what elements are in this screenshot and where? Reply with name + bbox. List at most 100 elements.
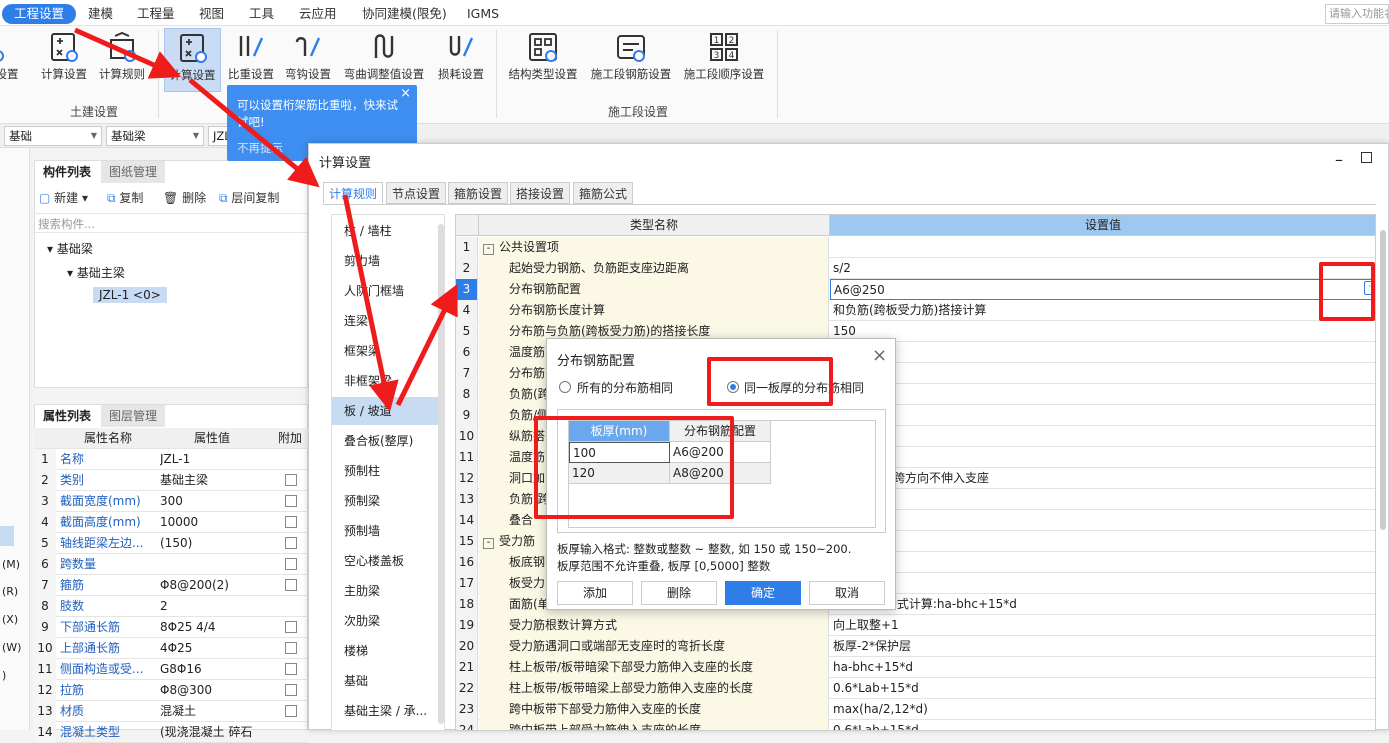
- collapse-icon[interactable]: -: [483, 538, 494, 549]
- setting-value[interactable]: 0.6*Lab+15*d: [830, 678, 1375, 699]
- delete-button[interactable]: 删除: [641, 581, 717, 605]
- structure-type-settings-button[interactable]: 结构类型设置: [505, 28, 581, 92]
- tab-layer-management[interactable]: 图层管理: [101, 405, 166, 427]
- add-button[interactable]: 添加: [557, 581, 633, 605]
- copy-button[interactable]: ⧉ 复制: [107, 189, 143, 206]
- category-scrollbar[interactable]: [438, 224, 444, 724]
- settings-row[interactable]: 20 受力筋遇洞口或端部无支座时的弯折长度 板厚-2*保护层: [456, 636, 1375, 657]
- property-row[interactable]: 4 截面高度(mm) 10000: [34, 512, 308, 533]
- property-value[interactable]: 10000: [160, 512, 270, 533]
- property-value[interactable]: 8Φ25 4/4: [160, 617, 270, 638]
- property-value[interactable]: (现浇混凝土 碎石: [160, 722, 270, 743]
- setting-value[interactable]: [830, 237, 1375, 258]
- hook-settings-button[interactable]: 弯钩设置: [282, 28, 334, 92]
- setting-value[interactable]: 向上取整+1: [830, 615, 1375, 636]
- tree-node-foundation-beam[interactable]: ▾ 基础梁: [47, 240, 93, 257]
- setting-value[interactable]: *d): [830, 552, 1375, 573]
- rebar-calc-settings-button[interactable]: 计算设置: [164, 28, 221, 92]
- category-item[interactable]: 基础主梁 / 承...: [332, 697, 438, 725]
- settings-row[interactable]: 21 柱上板带/板带暗梁下部受力筋伸入支座的长度 ha-bhc+15*d: [456, 657, 1375, 678]
- setting-value[interactable]: [830, 342, 1375, 363]
- civil-calc-settings-button[interactable]: 计算设置: [38, 28, 90, 92]
- attach-checkbox[interactable]: [285, 474, 297, 486]
- attach-checkbox[interactable]: [285, 642, 297, 654]
- category-item[interactable]: 主肋梁: [332, 577, 438, 605]
- tab-calc-rules[interactable]: 计算规则: [323, 182, 384, 204]
- floor-type-select[interactable]: 基础 ▼: [4, 126, 102, 146]
- attach-checkbox[interactable]: [285, 537, 297, 549]
- menu-view[interactable]: 视图: [199, 4, 224, 24]
- setting-value[interactable]: 0.6*Lab+15*d: [830, 720, 1375, 730]
- tab-stirrup-formula[interactable]: 箍筋公式: [573, 182, 634, 204]
- setting-value[interactable]: [830, 363, 1375, 384]
- attach-checkbox[interactable]: [285, 684, 297, 696]
- attach-checkbox[interactable]: [285, 495, 297, 507]
- settings-row[interactable]: 1 - 公共设置项: [456, 237, 1375, 258]
- menu-quantity[interactable]: 工程量: [137, 4, 175, 24]
- setting-value[interactable]: [830, 447, 1375, 468]
- bend-adjust-settings-button[interactable]: 弯曲调整值设置: [341, 28, 427, 92]
- loss-settings-button[interactable]: 损耗设置: [435, 28, 487, 92]
- category-item[interactable]: 剪力墙: [332, 247, 438, 275]
- weight-settings-button[interactable]: 比重设置: [225, 28, 277, 92]
- setting-value[interactable]: s/2: [830, 258, 1375, 279]
- minimize-icon[interactable]: –: [1335, 150, 1343, 169]
- property-row[interactable]: 2 类别 基础主梁: [34, 470, 308, 491]
- maximize-icon[interactable]: [1361, 152, 1372, 163]
- setting-value[interactable]: [830, 573, 1375, 594]
- setting-value[interactable]: [830, 426, 1375, 447]
- settings-row[interactable]: 23 跨中板带下部受力筋伸入支座的长度 max(ha/2,12*d): [456, 699, 1375, 720]
- property-row[interactable]: 6 跨数量: [34, 554, 308, 575]
- menu-igms[interactable]: IGMS: [467, 4, 499, 24]
- category-item[interactable]: 预制墙: [332, 517, 438, 545]
- property-row[interactable]: 9 下部通长筋 8Φ25 4/4: [34, 617, 308, 638]
- property-value[interactable]: JZL-1: [160, 449, 270, 470]
- setting-value[interactable]: 板厚-2*保护层: [830, 636, 1375, 657]
- floor-copy-button[interactable]: ⧉ 层间复制: [219, 189, 279, 206]
- tree-node-jzl-1[interactable]: JZL-1 <0>: [93, 287, 167, 303]
- delete-button[interactable]: 🗑 删除: [163, 189, 206, 206]
- attach-checkbox[interactable]: [285, 663, 297, 675]
- close-icon[interactable]: ×: [400, 85, 411, 102]
- ribbon-partial-button[interactable]: 设置: [0, 28, 22, 92]
- menu-tools[interactable]: 工具: [249, 4, 274, 24]
- calc-rules-button[interactable]: 计算规则: [96, 28, 148, 92]
- category-item[interactable]: 框架梁: [332, 337, 438, 365]
- setting-value[interactable]: [830, 531, 1375, 552]
- property-value[interactable]: (150): [160, 533, 270, 554]
- property-row[interactable]: 13 材质 混凝土: [34, 701, 308, 722]
- stage-order-settings-button[interactable]: 1234 施工段顺序设置: [681, 28, 767, 92]
- settings-row[interactable]: 24 跨中板带上部受力筋伸入支座的长度 0.6*Lab+15*d: [456, 720, 1375, 730]
- cancel-button[interactable]: 取消: [809, 581, 885, 605]
- property-value[interactable]: Φ8@200(2): [160, 575, 270, 596]
- setting-value[interactable]: 锚,否则按公式计算:ha-bhc+15*d: [830, 594, 1375, 615]
- settings-row[interactable]: 2 起始受力钢筋、负筋距支座边距离 s/2: [456, 258, 1375, 279]
- setting-value[interactable]: [830, 510, 1375, 531]
- component-type-select[interactable]: 基础梁 ▼: [106, 126, 204, 146]
- attach-checkbox[interactable]: [285, 558, 297, 570]
- tab-lap-settings[interactable]: 搭接设置: [510, 182, 571, 204]
- settings-row[interactable]: 4 分布钢筋长度计算 和负筋(跨板受力筋)搭接计算: [456, 300, 1375, 321]
- category-item[interactable]: 非框架梁: [332, 367, 438, 395]
- property-value[interactable]: 4Φ25: [160, 638, 270, 659]
- setting-value[interactable]: ha-bhc+15*d: [830, 657, 1375, 678]
- setting-value[interactable]: [830, 384, 1375, 405]
- settings-row[interactable]: 3 分布钢筋配置 A6@250: [456, 279, 1375, 300]
- property-row[interactable]: 5 轴线距梁左边... (150): [34, 533, 308, 554]
- property-row[interactable]: 8 肢数 2: [34, 596, 308, 617]
- setting-value[interactable]: A6@250: [830, 279, 1375, 300]
- tab-property-list[interactable]: 属性列表: [35, 405, 99, 427]
- tree-node-main-beam[interactable]: ▾ 基础主梁: [67, 264, 125, 281]
- menu-collab[interactable]: 协同建模(限免): [362, 4, 447, 24]
- property-row[interactable]: 12 拉筋 Φ8@300: [34, 680, 308, 701]
- property-value[interactable]: G8Φ16: [160, 659, 270, 680]
- setting-value[interactable]: 制底板)顶: [830, 489, 1375, 510]
- property-row[interactable]: 10 上部通长筋 4Φ25: [34, 638, 308, 659]
- category-item[interactable]: 预制柱: [332, 457, 438, 485]
- property-value[interactable]: Φ8@300: [160, 680, 270, 701]
- property-row[interactable]: 7 箍筋 Φ8@200(2): [34, 575, 308, 596]
- property-row[interactable]: 11 侧面构造或受... G8Φ16: [34, 659, 308, 680]
- stage-rebar-settings-button[interactable]: 施工段钢筋设置: [587, 28, 675, 92]
- property-value[interactable]: 2: [160, 596, 270, 617]
- tab-component-list[interactable]: 构件列表: [35, 161, 99, 183]
